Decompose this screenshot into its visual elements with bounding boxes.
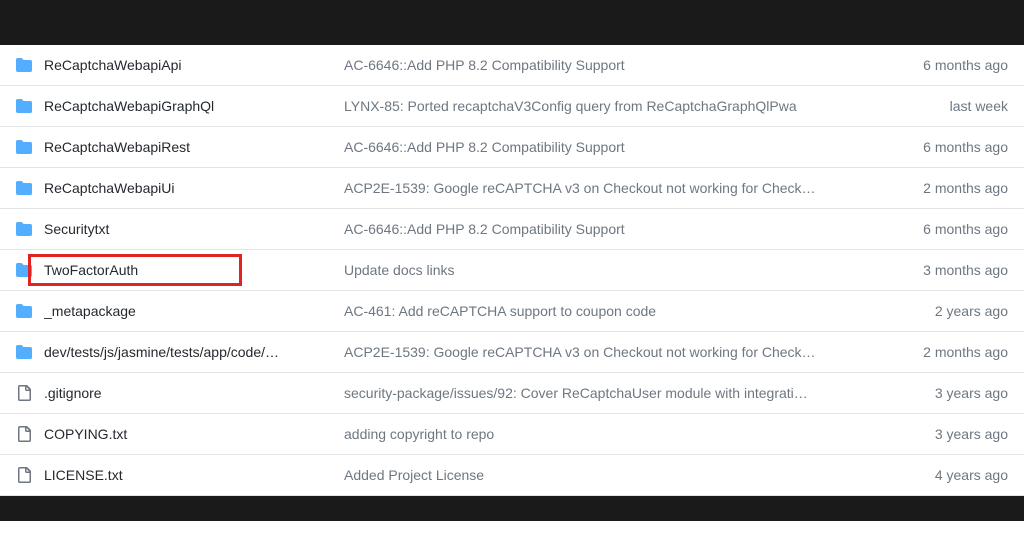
commit-message-link[interactable]: AC-6646::Add PHP 8.2 Compatibility Suppo… — [344, 221, 625, 237]
file-name-link[interactable]: Securitytxt — [44, 221, 109, 237]
commit-age: 2 months ago — [888, 344, 1008, 360]
file-name-link[interactable]: _metapackage — [44, 303, 136, 319]
table-row: ReCaptchaWebapiUi ACP2E-1539: Google reCA… — [0, 168, 1024, 209]
commit-age: 6 months ago — [888, 139, 1008, 155]
commit-message-link[interactable]: adding copyright to repo — [344, 426, 494, 442]
file-name-link[interactable]: TwoFactorAuth — [44, 262, 138, 278]
commit-message-link[interactable]: Added Project License — [344, 467, 484, 483]
folder-icon — [16, 98, 44, 114]
commit-message-link[interactable]: ACP2E-1539: Google reCAPTCHA v3 on Check… — [344, 344, 816, 360]
commit-age: 3 years ago — [888, 385, 1008, 401]
commit-message-link[interactable]: ACP2E-1539: Google reCAPTCHA v3 on Check… — [344, 180, 816, 196]
file-name-link[interactable]: ReCaptchaWebapiRest — [44, 139, 190, 155]
commit-message-link[interactable]: LYNX-85: Ported recaptchaV3Config query … — [344, 98, 797, 114]
file-name-link[interactable]: ReCaptchaWebapiGraphQl — [44, 98, 214, 114]
table-row: .gitignore security-package/issues/92: Co… — [0, 373, 1024, 414]
file-name-link[interactable]: ReCaptchaWebapiApi — [44, 57, 182, 73]
window-bottom-bar — [0, 496, 1024, 521]
folder-icon — [16, 139, 44, 155]
folder-icon — [16, 344, 44, 360]
folder-icon — [16, 303, 44, 319]
commit-age: last week — [888, 98, 1008, 114]
table-row: dev/tests/js/jasmine/tests/app/code/… ACP… — [0, 332, 1024, 373]
commit-message-link[interactable]: AC-6646::Add PHP 8.2 Compatibility Suppo… — [344, 57, 625, 73]
table-row: ReCaptchaWebapiGraphQl LYNX-85: Ported re… — [0, 86, 1024, 127]
table-row: ReCaptchaWebapiRest AC-6646::Add PHP 8.2 … — [0, 127, 1024, 168]
table-row: ReCaptchaWebapiApi AC-6646::Add PHP 8.2 C… — [0, 45, 1024, 86]
folder-icon — [16, 262, 44, 278]
file-icon — [16, 385, 44, 401]
table-row: LICENSE.txt Added Project License 4 years … — [0, 455, 1024, 496]
commit-age: 3 months ago — [888, 262, 1008, 278]
table-row: _metapackage AC-461: Add reCAPTCHA suppor… — [0, 291, 1024, 332]
commit-message-link[interactable]: Update docs links — [344, 262, 455, 278]
file-name-link[interactable]: COPYING.txt — [44, 426, 127, 442]
commit-age: 2 years ago — [888, 303, 1008, 319]
commit-age: 6 months ago — [888, 57, 1008, 73]
file-icon — [16, 467, 44, 483]
commit-age: 4 years ago — [888, 467, 1008, 483]
commit-message-link[interactable]: AC-6646::Add PHP 8.2 Compatibility Suppo… — [344, 139, 625, 155]
folder-icon — [16, 180, 44, 196]
file-icon — [16, 426, 44, 442]
window-top-bar — [0, 0, 1024, 45]
file-name-link[interactable]: ReCaptchaWebapiUi — [44, 180, 174, 196]
file-list: ReCaptchaWebapiApiAC-6646::Add PHP 8.2 C… — [0, 45, 1024, 496]
commit-message-link[interactable]: security-package/issues/92: Cover ReCapt… — [344, 385, 808, 401]
commit-age: 6 months ago — [888, 221, 1008, 237]
table-row: Securitytxt AC-6646::Add PHP 8.2 Compatib… — [0, 209, 1024, 250]
commit-age: 3 years ago — [888, 426, 1008, 442]
table-row: TwoFactorAuth Update docs links 3 months a… — [0, 250, 1024, 291]
table-row: COPYING.txt adding copyright to repo 3 yea… — [0, 414, 1024, 455]
folder-icon — [16, 57, 44, 73]
file-name-link[interactable]: dev/tests/js/jasmine/tests/app/code/… — [44, 344, 279, 360]
file-name-link[interactable]: .gitignore — [44, 385, 102, 401]
commit-message-link[interactable]: AC-461: Add reCAPTCHA support to coupon … — [344, 303, 656, 319]
file-name-link[interactable]: LICENSE.txt — [44, 467, 123, 483]
commit-age: 2 months ago — [888, 180, 1008, 196]
folder-icon — [16, 221, 44, 237]
